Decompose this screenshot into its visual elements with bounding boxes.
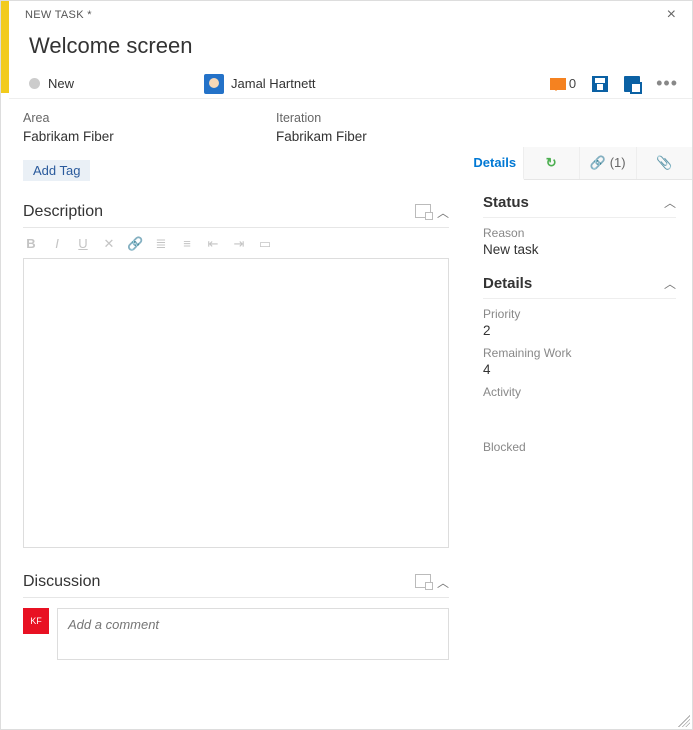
indent-button[interactable]: ⇥ (231, 236, 247, 252)
bullet-list-button[interactable]: ≣ (153, 236, 169, 252)
clear-format-button[interactable]: ✕ (101, 236, 117, 252)
priority-label: Priority (483, 307, 676, 321)
work-item-title[interactable]: Welcome screen (9, 25, 692, 69)
remaining-work-label: Remaining Work (483, 346, 676, 360)
add-tag-button[interactable]: Add Tag (23, 160, 90, 181)
user-avatar: KF (23, 608, 49, 634)
number-list-button[interactable]: ≡ (179, 236, 195, 252)
template-icon[interactable] (624, 76, 640, 92)
activity-value[interactable] (483, 401, 676, 416)
iteration-value[interactable]: Fabrikam Fiber (276, 129, 449, 144)
tab-history[interactable]: ↻ (524, 147, 581, 179)
status-section-title: Status (483, 194, 529, 211)
link-button[interactable]: 🔗 (127, 236, 143, 252)
state-indicator-dot (29, 78, 40, 89)
link-icon: 🔗 (590, 155, 606, 170)
links-count: (1) (610, 155, 626, 170)
tab-attachments[interactable]: 📎 (637, 147, 693, 179)
type-color-bar (1, 1, 9, 93)
iteration-label: Iteration (276, 111, 449, 125)
more-actions-icon[interactable]: ••• (656, 73, 678, 94)
resize-handle[interactable] (678, 715, 690, 727)
discussion-header: Discussion (23, 573, 100, 591)
remaining-work-value[interactable]: 4 (483, 362, 676, 377)
priority-value[interactable]: 2 (483, 323, 676, 338)
attachment-icon: 📎 (656, 155, 672, 170)
comment-count[interactable]: 0 (550, 76, 576, 91)
description-editor[interactable] (23, 258, 449, 548)
details-section-title: Details (483, 275, 532, 292)
activity-label: Activity (483, 385, 676, 399)
image-button[interactable]: ▭ (257, 236, 273, 252)
history-icon: ↻ (546, 155, 557, 170)
maximize-icon[interactable] (415, 574, 431, 588)
underline-button[interactable]: U (75, 236, 91, 252)
assignee-field[interactable]: Jamal Hartnett (204, 74, 316, 94)
rich-text-toolbar: B I U ✕ 🔗 ≣ ≡ ⇤ ⇥ ▭ (23, 228, 449, 258)
italic-button[interactable]: I (49, 236, 65, 252)
reason-value[interactable]: New task (483, 242, 676, 257)
bold-button[interactable]: B (23, 236, 39, 252)
collapse-icon[interactable]: ︿ (664, 194, 676, 211)
blocked-label: Blocked (483, 440, 676, 454)
save-icon[interactable] (592, 76, 608, 92)
avatar-icon (204, 74, 224, 94)
area-label: Area (23, 111, 196, 125)
side-tabs: Details ↻ 🔗 (1) 📎 (467, 147, 692, 180)
outdent-button[interactable]: ⇤ (205, 236, 221, 252)
comment-icon (550, 78, 566, 90)
description-header: Description (23, 203, 103, 221)
assignee-name: Jamal Hartnett (231, 76, 316, 91)
reason-label: Reason (483, 226, 676, 240)
close-icon[interactable]: × (661, 6, 682, 24)
tab-links[interactable]: 🔗 (1) (580, 147, 637, 179)
comment-count-value: 0 (569, 76, 576, 91)
collapse-icon[interactable]: ︿ (437, 204, 449, 221)
state-value[interactable]: New (48, 76, 74, 91)
collapse-icon[interactable]: ︿ (664, 275, 676, 292)
maximize-icon[interactable] (415, 204, 431, 218)
tab-details[interactable]: Details (467, 147, 524, 180)
area-value[interactable]: Fabrikam Fiber (23, 129, 196, 144)
comment-input[interactable] (57, 608, 449, 660)
collapse-icon[interactable]: ︿ (437, 574, 449, 591)
header: NEW TASK * × Welcome screen New Jamal Ha… (1, 1, 692, 99)
work-item-type-label: NEW TASK * (25, 9, 92, 21)
